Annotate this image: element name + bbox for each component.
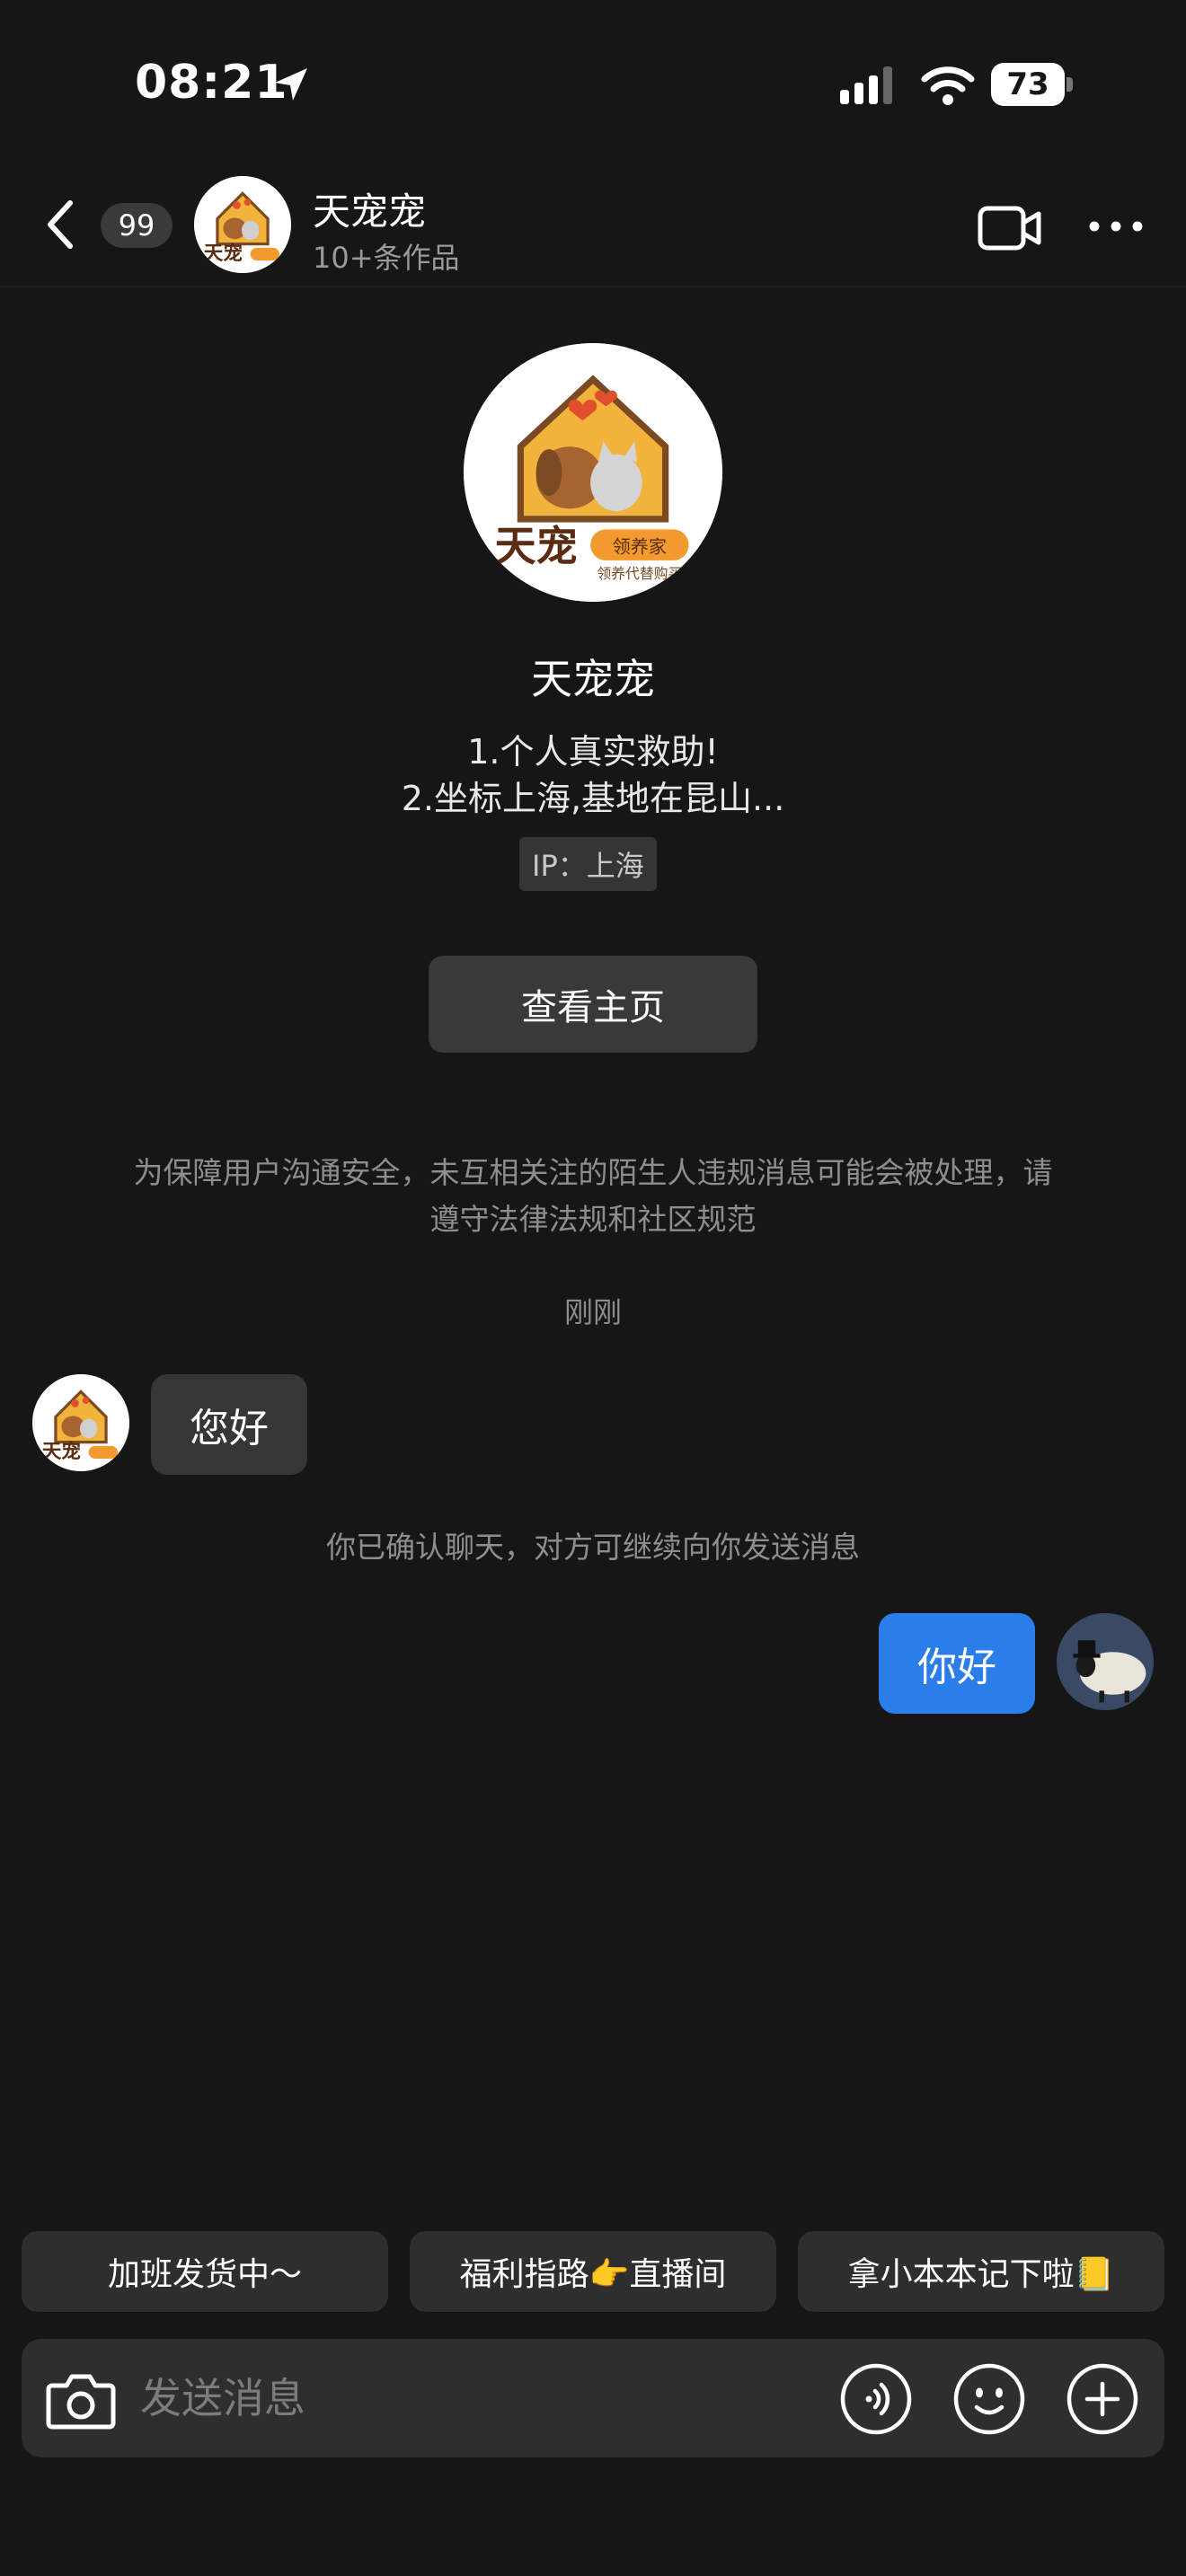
view-homepage-button[interactable]: 查看主页 [429, 956, 757, 1053]
emoji-icon[interactable] [952, 2362, 1026, 2436]
header-divider [0, 286, 1186, 287]
quick-reply-chip[interactable]: 加班发货中～ [22, 2231, 388, 2312]
back-arrow-icon[interactable] [43, 199, 79, 250]
safety-notice: 为保障用户沟通安全，未互相关注的陌生人违规消息可能会被处理，请遵守法律法规和社区… [133, 1155, 1053, 1237]
profile-bio-line-2: 2.坐标上海,基地在昆山... [401, 779, 785, 818]
pet-logo-icon: 天宠 [32, 1374, 129, 1471]
received-message-bubble[interactable]: 您好 [151, 1374, 307, 1475]
sent-message-bubble[interactable]: 你好 [879, 1613, 1035, 1714]
unread-count-badge: 99 [101, 203, 173, 248]
more-options-icon[interactable] [1087, 217, 1145, 235]
location-arrow-icon [275, 68, 307, 101]
message-input[interactable]: 发送消息 [140, 2371, 305, 2425]
sender-avatar[interactable]: 天宠 [32, 1374, 129, 1471]
quick-reply-chip[interactable]: 福利指路👉直播间 [410, 2231, 776, 2312]
contact-works-count: 10+条作品 [313, 241, 460, 275]
battery-indicator: 73 [991, 63, 1074, 106]
logo-brand-text: 天宠 [42, 1440, 81, 1463]
profile-avatar[interactable]: 天宠 领养家 领养代替购买 [464, 343, 722, 602]
pet-logo-icon: 天宠 [194, 176, 291, 273]
logo-badge-text: 领养家 [613, 535, 667, 557]
wifi-icon [921, 66, 975, 105]
voice-message-icon[interactable] [839, 2362, 913, 2436]
cellular-signal-icon [840, 66, 892, 104]
video-call-icon[interactable] [978, 205, 1042, 251]
logo-caption-text: 领养代替购买 [597, 565, 682, 582]
battery-level: 73 [991, 63, 1065, 106]
contact-name[interactable]: 天宠宠 [313, 181, 426, 236]
camera-icon[interactable] [45, 2371, 117, 2430]
sheep-avatar-icon [1057, 1613, 1154, 1710]
logo-brand-text: 天宠 [204, 242, 243, 265]
user-avatar[interactable] [1057, 1613, 1154, 1710]
profile-name: 天宠宠 [531, 655, 655, 703]
status-time: 08:21 [135, 56, 288, 110]
logo-brand-text: 天宠 [495, 522, 578, 570]
quick-reply-chip[interactable]: 拿小本本记下啦📒 [798, 2231, 1164, 2312]
ip-location-tag: IP：上海 [519, 837, 657, 891]
message-timestamp: 刚刚 [563, 1295, 622, 1329]
contact-avatar[interactable]: 天宠 [194, 176, 291, 273]
pet-logo-icon: 天宠 领养家 领养代替购买 [464, 343, 722, 602]
chat-confirmed-note: 你已确认聊天，对方可继续向你发送消息 [326, 1530, 860, 1565]
profile-bio-line-1: 1.个人真实救助! [467, 732, 719, 772]
add-attachment-icon[interactable] [1066, 2362, 1139, 2436]
